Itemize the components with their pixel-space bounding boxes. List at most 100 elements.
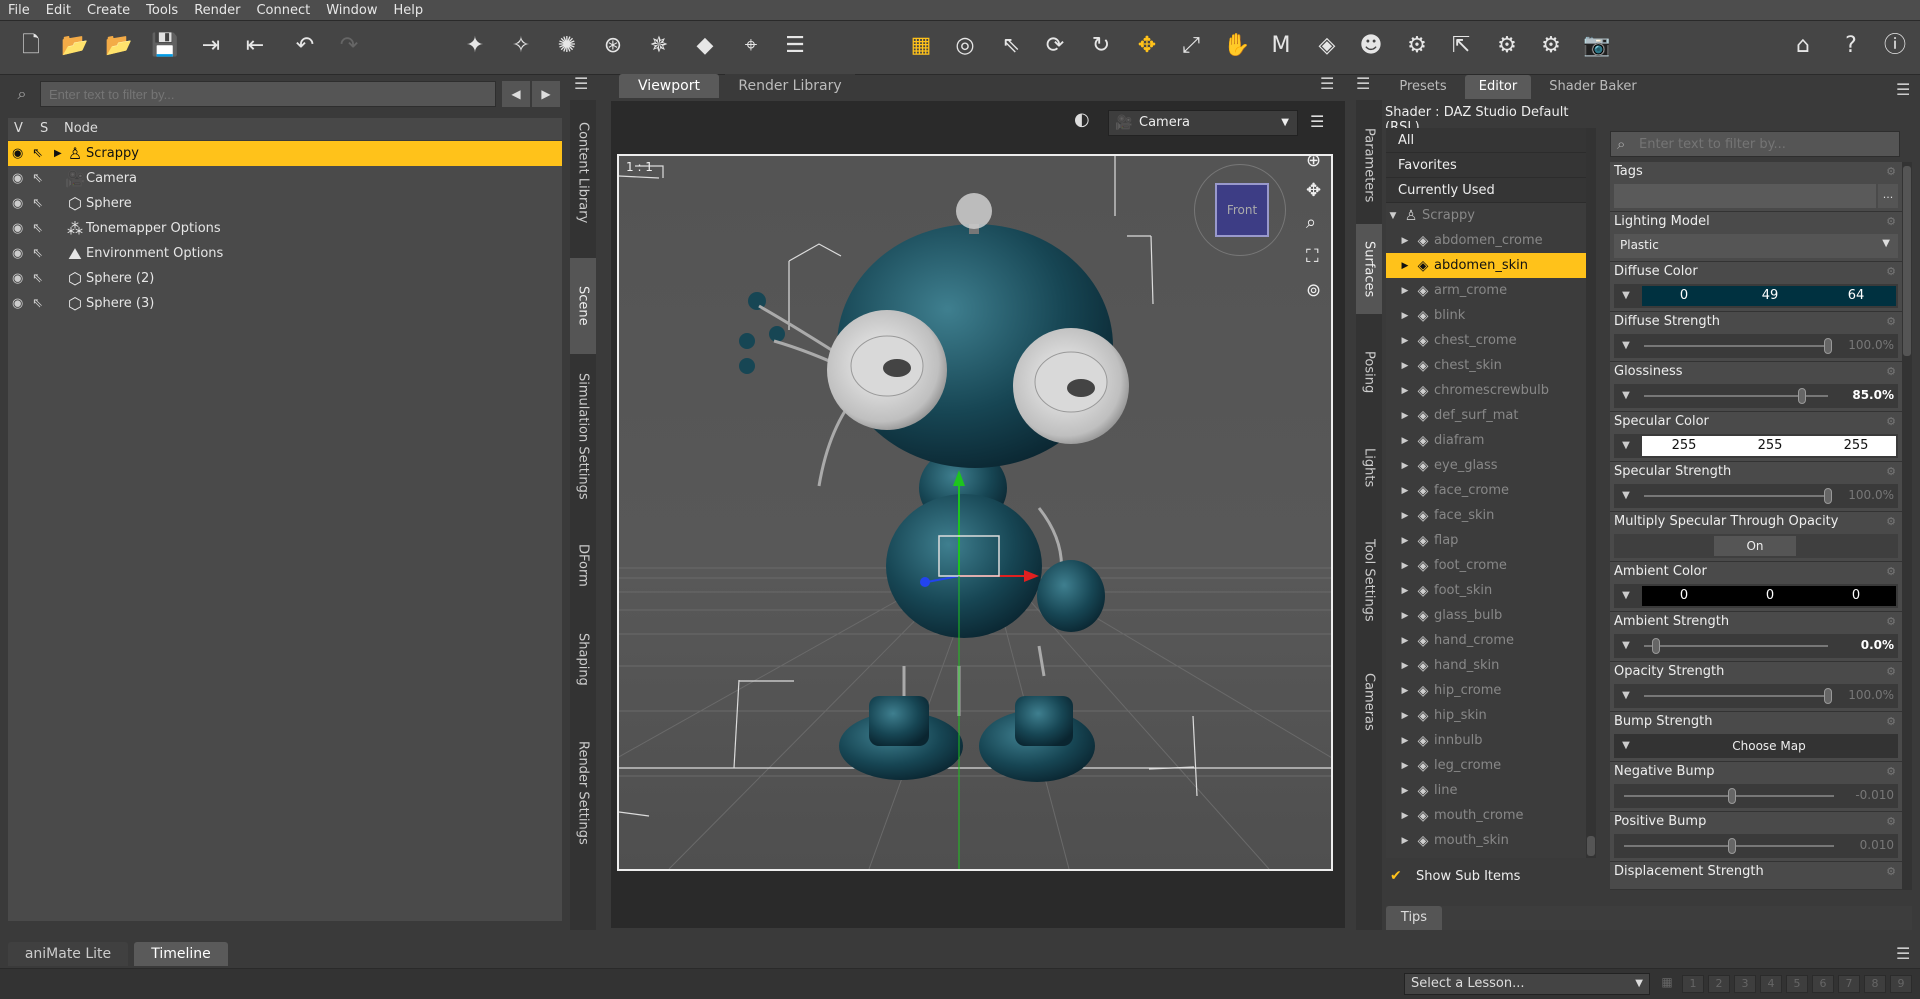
- gear-icon[interactable]: ⚙: [1886, 365, 1896, 378]
- surface-row-abdomen-skin[interactable]: ▶ ◈ abdomen_skin: [1386, 253, 1588, 278]
- gear-icon[interactable]: ⚙: [1886, 465, 1896, 478]
- surfaces-menu-icon[interactable]: ☰: [1896, 80, 1910, 99]
- expand-icon[interactable]: ▶: [1398, 511, 1412, 521]
- surface-row-hip-skin[interactable]: ▶ ◈ hip_skin: [1386, 703, 1588, 728]
- gear-icon[interactable]: ⚙: [1886, 215, 1896, 228]
- chevron-down-icon[interactable]: ▼: [1614, 334, 1638, 358]
- gear-icon[interactable]: ⚙: [1886, 565, 1896, 578]
- props-filter-input[interactable]: [1639, 132, 1897, 156]
- node-row-sphere-3[interactable]: ◉ ⇖ ⬡ Sphere (3): [8, 291, 562, 316]
- align-icon[interactable]: ☰: [780, 31, 810, 61]
- expand-icon[interactable]: ▶: [1398, 786, 1412, 796]
- diffuse-color-field[interactable]: ▼ 0 49 64: [1614, 284, 1898, 308]
- gear-icon[interactable]: ⚙: [1886, 315, 1896, 328]
- pan-icon[interactable]: ✥: [1306, 180, 1321, 201]
- surface-row-face-skin[interactable]: ▶ ◈ face_skin: [1386, 503, 1588, 528]
- gear-icon[interactable]: ⚙: [1886, 715, 1896, 728]
- color-r[interactable]: 255: [1642, 436, 1726, 456]
- node-row-camera[interactable]: ◉ ⇖ 🎥 Camera: [8, 166, 562, 191]
- eye-icon[interactable]: ◉: [12, 246, 32, 261]
- tab-shader-baker[interactable]: Shader Baker: [1535, 75, 1651, 99]
- render-icon[interactable]: ⚙: [1536, 31, 1566, 61]
- chevron-down-icon[interactable]: ▼: [1614, 384, 1638, 408]
- chevron-down-icon[interactable]: ▼: [1614, 684, 1638, 708]
- expand-icon[interactable]: ▶: [1398, 686, 1412, 696]
- col-v[interactable]: V: [14, 121, 23, 136]
- universal-tool-icon[interactable]: ◎: [950, 31, 980, 61]
- expand-icon[interactable]: ▶: [1398, 486, 1412, 496]
- undo-icon[interactable]: ↶: [290, 31, 320, 61]
- gear-icon[interactable]: ⚙: [1886, 265, 1896, 278]
- viewport-options-icon[interactable]: ☰: [1310, 112, 1324, 131]
- render-settings-icon[interactable]: ⚙: [1402, 31, 1432, 61]
- eye-icon[interactable]: ◉: [12, 296, 32, 311]
- color-r[interactable]: 0: [1642, 286, 1726, 306]
- expand-icon[interactable]: ▶: [1398, 236, 1412, 246]
- expand-icon[interactable]: ▶: [1398, 536, 1412, 546]
- tab-shaping[interactable]: Shaping: [570, 614, 596, 704]
- toggle-value[interactable]: On: [1714, 536, 1796, 556]
- scrollbar-thumb[interactable]: [1903, 166, 1911, 356]
- create-point-light-icon[interactable]: ✺: [552, 31, 582, 61]
- tags-browse-button[interactable]: ...: [1878, 184, 1898, 208]
- expand-icon[interactable]: ▶: [54, 148, 64, 159]
- tab-render-library[interactable]: Render Library: [725, 74, 855, 98]
- gear-icon[interactable]: ⚙: [1886, 165, 1896, 178]
- cube-front-face[interactable]: Front: [1215, 183, 1269, 237]
- pane-menu-icon[interactable]: ☰: [574, 74, 596, 96]
- expand-icon[interactable]: ▶: [1398, 336, 1412, 346]
- tab-editor[interactable]: Editor: [1465, 75, 1531, 99]
- tab-posing[interactable]: Posing: [1356, 332, 1382, 412]
- prop-value[interactable]: 0.0%: [1861, 638, 1894, 652]
- checkbox-checked-icon[interactable]: ✔: [1390, 868, 1402, 884]
- choose-map-button[interactable]: Choose Map: [1642, 736, 1896, 756]
- bump-map-field[interactable]: ▼ Choose Map: [1614, 734, 1898, 758]
- surface-row-chromescrewbulb[interactable]: ▶ ◈ chromescrewbulb: [1386, 378, 1588, 403]
- gear-icon[interactable]: ⚙: [1886, 665, 1896, 678]
- help-icon[interactable]: ⓘ: [1880, 31, 1910, 61]
- import-icon[interactable]: ⇥: [196, 31, 226, 61]
- surface-row-face-crome[interactable]: ▶ ◈ face_crome: [1386, 478, 1588, 503]
- prop-value[interactable]: 100.0%: [1848, 688, 1894, 702]
- node-row-environment[interactable]: ◉ ⇖ ⛰ Environment Options: [8, 241, 562, 266]
- tab-parameters[interactable]: Parameters: [1356, 110, 1382, 220]
- slider-knob[interactable]: [1824, 338, 1832, 354]
- node-row-sphere-2[interactable]: ◉ ⇖ ⬡ Sphere (2): [8, 266, 562, 291]
- gear-icon[interactable]: ⚙: [1886, 815, 1896, 828]
- tab-tips[interactable]: Tips: [1386, 906, 1442, 930]
- expand-icon[interactable]: ▶: [1398, 311, 1412, 321]
- create-camera-icon[interactable]: ✦: [460, 31, 490, 61]
- show-sub-items-label[interactable]: Show Sub Items: [1416, 869, 1520, 884]
- gear-icon[interactable]: ⚙: [1886, 615, 1896, 628]
- tags-input[interactable]: [1614, 184, 1876, 208]
- eye-icon[interactable]: ◉: [12, 221, 32, 236]
- color-b[interactable]: 64: [1814, 286, 1898, 306]
- gear-icon[interactable]: ⚙: [1886, 515, 1896, 528]
- menu-tools[interactable]: Tools: [138, 3, 186, 18]
- chevron-down-icon[interactable]: ▼: [1614, 434, 1638, 458]
- expand-icon[interactable]: ▶: [1398, 711, 1412, 721]
- eye-icon[interactable]: ◉: [12, 171, 32, 186]
- tab-presets[interactable]: Presets: [1385, 75, 1461, 99]
- expand-icon[interactable]: ▶: [1398, 561, 1412, 571]
- export-icon[interactable]: ⇤: [240, 31, 270, 61]
- surface-row-hip-crome[interactable]: ▶ ◈ hip_crome: [1386, 678, 1588, 703]
- expand-icon[interactable]: ▶: [1398, 661, 1412, 671]
- surface-row-arm-crome[interactable]: ▶ ◈ arm_crome: [1386, 278, 1588, 303]
- select-icon[interactable]: ⇖: [32, 171, 54, 186]
- tab-viewport[interactable]: Viewport: [619, 74, 719, 98]
- color-r[interactable]: 0: [1642, 586, 1726, 606]
- lesson-step-7[interactable]: 7: [1838, 975, 1860, 993]
- menu-create[interactable]: Create: [79, 3, 138, 18]
- chevron-down-icon[interactable]: ▼: [1614, 284, 1638, 308]
- merge-icon[interactable]: 📂: [104, 31, 134, 61]
- lesson-step-8[interactable]: 8: [1864, 975, 1886, 993]
- node-row-sphere[interactable]: ◉ ⇖ ⬡ Sphere: [8, 191, 562, 216]
- zoom-icon[interactable]: ⌕: [1306, 212, 1316, 233]
- surface-row-innbulb[interactable]: ▶ ◈ innbulb: [1386, 728, 1588, 753]
- translate-tool-icon[interactable]: ✥: [1132, 31, 1162, 61]
- surface-selection-icon[interactable]: ◈: [1312, 31, 1342, 61]
- surface-list-scrollbar[interactable]: [1586, 128, 1596, 858]
- col-node[interactable]: Node: [64, 121, 98, 136]
- expand-icon[interactable]: ▶: [1398, 836, 1412, 846]
